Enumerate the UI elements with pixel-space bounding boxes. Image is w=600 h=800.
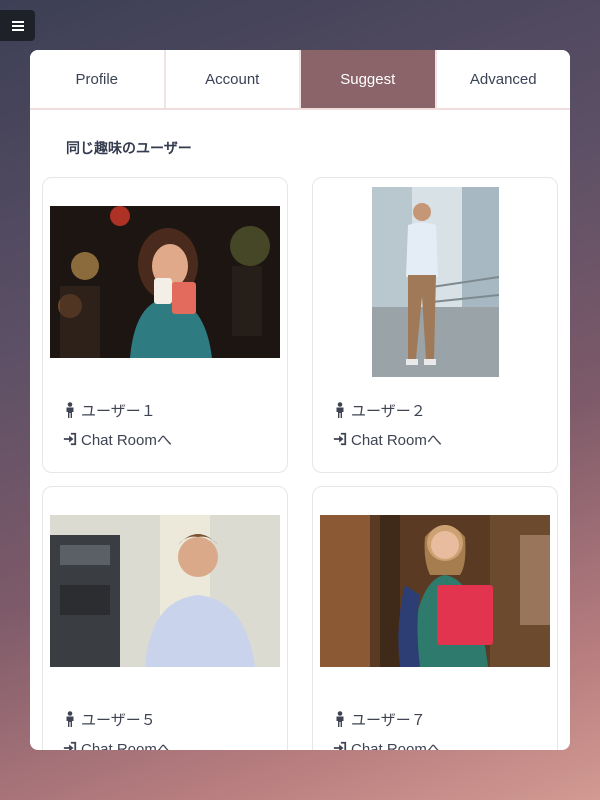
card-meta-2: ユーザー２ Chat Roomへ	[333, 400, 442, 458]
chat-room-link[interactable]: Chat Roomへ	[333, 429, 442, 449]
user-name: ユーザー１	[81, 402, 156, 420]
hamburger-menu-button[interactable]	[0, 10, 35, 41]
user-name: ユーザー７	[351, 711, 426, 729]
card-meta-1: ユーザー１ Chat Roomへ	[63, 400, 172, 458]
card-meta-4: ユーザー７ Chat Roomへ	[333, 709, 442, 750]
person-icon	[66, 402, 74, 418]
tab-advanced[interactable]: Advanced	[436, 50, 570, 108]
chat-room-link[interactable]: Chat Roomへ	[333, 738, 442, 750]
tab-profile[interactable]: Profile	[30, 50, 166, 108]
section-title: 同じ趣味のユーザー	[66, 140, 192, 156]
tab-suggest[interactable]: Suggest	[301, 50, 437, 108]
chat-room-label: Chat Roomへ	[81, 431, 172, 449]
user-photo-1	[50, 206, 280, 358]
sign-in-icon	[63, 741, 77, 750]
sign-in-icon	[333, 432, 347, 446]
user-name: ユーザー２	[351, 402, 426, 420]
user-photo-3	[50, 515, 280, 667]
chat-room-label: Chat Roomへ	[81, 740, 172, 751]
user-card-1: ユーザー１ Chat Roomへ	[42, 177, 288, 473]
sign-in-icon	[63, 432, 77, 446]
person-icon	[336, 402, 344, 418]
chat-room-label: Chat Roomへ	[351, 740, 442, 751]
user-photo-4	[320, 515, 550, 667]
user-card-4: ユーザー７ Chat Roomへ	[312, 486, 558, 750]
tab-bar: Profile Account Suggest Advanced	[30, 50, 570, 110]
user-photo-2	[372, 187, 499, 377]
user-card-3: ユーザー５ Chat Roomへ	[42, 486, 288, 750]
chat-room-link[interactable]: Chat Roomへ	[63, 738, 172, 750]
chat-room-label: Chat Roomへ	[351, 431, 442, 449]
user-card-2: ユーザー２ Chat Roomへ	[312, 177, 558, 473]
tab-account[interactable]: Account	[165, 50, 301, 108]
settings-panel: Profile Account Suggest Advanced 同じ趣味のユー…	[30, 50, 570, 750]
card-meta-3: ユーザー５ Chat Roomへ	[63, 709, 172, 750]
person-icon	[336, 711, 344, 727]
hamburger-icon	[11, 20, 24, 31]
suggest-content: 同じ趣味のユーザー ユーザー１ Chat Roomへ ユーザー２ Chat Ro…	[30, 110, 570, 750]
person-icon	[66, 711, 74, 727]
sign-in-icon	[333, 741, 347, 750]
user-name: ユーザー５	[81, 711, 156, 729]
chat-room-link[interactable]: Chat Roomへ	[63, 429, 172, 449]
